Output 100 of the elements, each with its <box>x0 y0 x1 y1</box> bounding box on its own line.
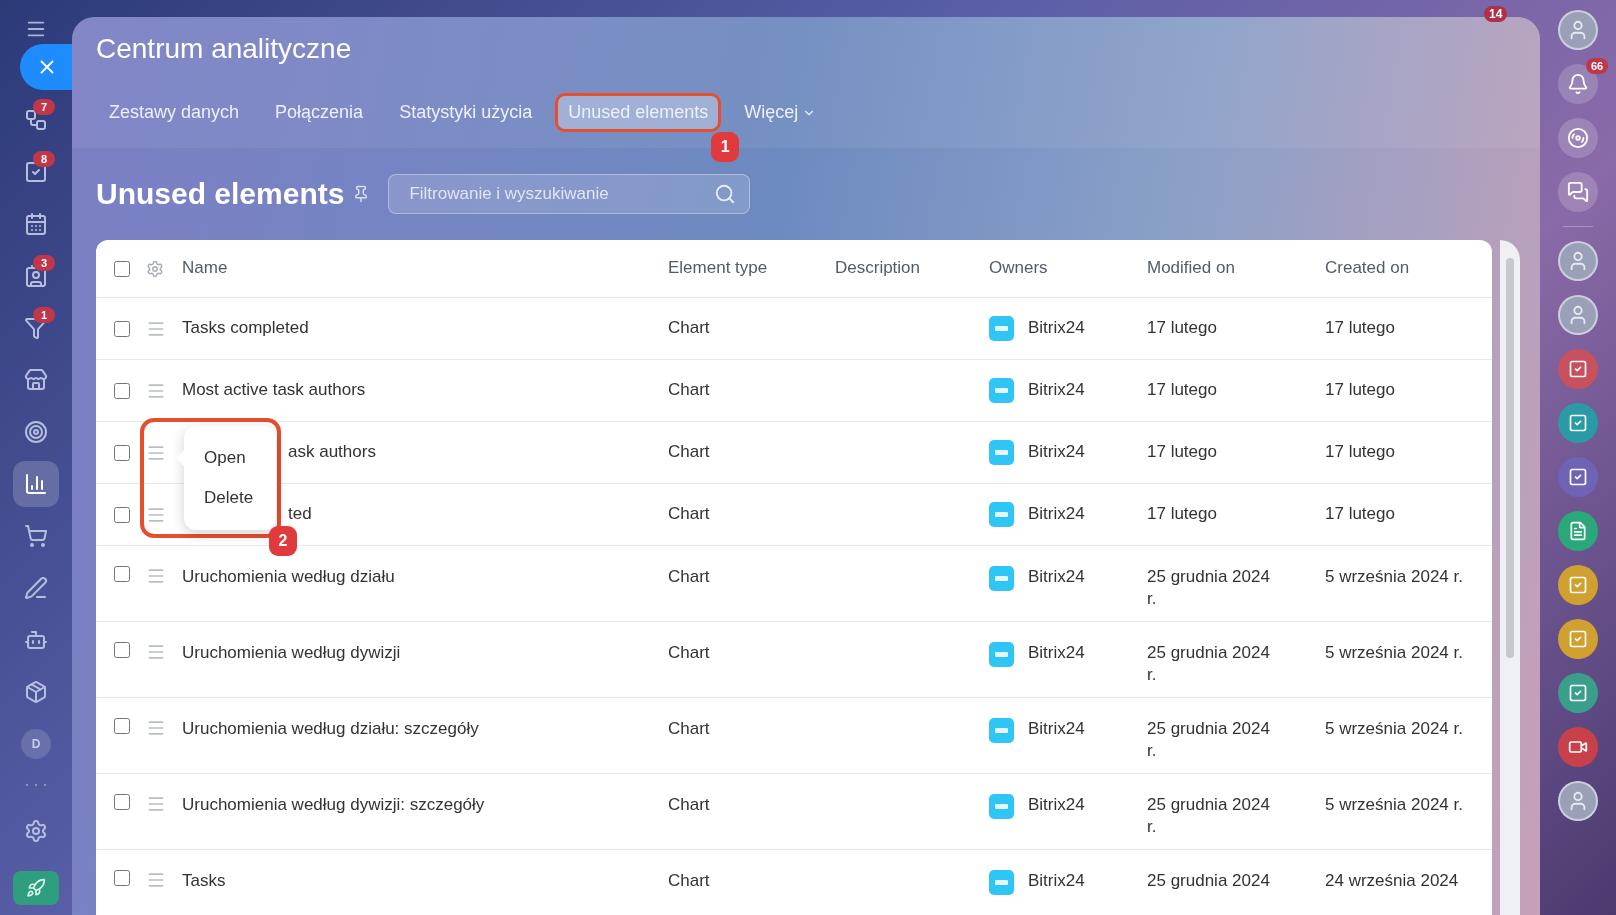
task-button[interactable] <box>1558 619 1598 659</box>
logo-icon <box>989 794 1014 819</box>
rocket-icon <box>26 878 46 898</box>
rocket-button[interactable] <box>13 871 59 905</box>
drag-handle-icon[interactable] <box>146 870 166 890</box>
table-cell: Bitrix24 <box>1028 317 1085 340</box>
drag-handle-icon[interactable] <box>146 718 166 738</box>
column-header[interactable]: Name <box>182 257 228 280</box>
menu-item[interactable]: Delete <box>204 488 276 508</box>
table-cell: Chart <box>668 379 710 402</box>
row-checkbox[interactable] <box>114 382 130 399</box>
bell-icon <box>1567 73 1589 95</box>
avatar[interactable] <box>1558 295 1598 335</box>
table-cell: 17 lutego <box>1325 503 1395 526</box>
page-title: Centrum analityczne <box>96 33 353 65</box>
table-cell-text: Tasks <box>182 870 226 892</box>
task-icon <box>1568 467 1588 487</box>
table-cell: Chart <box>668 503 710 526</box>
robot-icon <box>24 628 48 652</box>
row-checkbox[interactable] <box>114 506 130 523</box>
table-cell: 17 lutego <box>1325 317 1395 340</box>
menu-item[interactable]: Open <box>204 448 276 468</box>
scrollbar[interactable] <box>1500 240 1520 915</box>
task-button[interactable] <box>1558 403 1598 443</box>
avatar[interactable] <box>1558 781 1598 821</box>
row-checkbox[interactable] <box>114 320 130 337</box>
video-button[interactable] <box>1558 727 1598 767</box>
bar-chart-icon <box>24 472 48 496</box>
chat-icon <box>1567 181 1589 203</box>
search-icon[interactable] <box>714 183 737 205</box>
tab[interactable]: Połączenia <box>262 93 377 132</box>
row-checkbox[interactable] <box>114 566 130 582</box>
document-button[interactable] <box>1558 511 1598 551</box>
table-cell: Bitrix24 <box>1028 441 1085 464</box>
table-cell: Tasks completed <box>182 317 309 340</box>
table-cell-text: Chart <box>668 642 710 664</box>
tab[interactable]: Więcej <box>731 93 830 132</box>
count-badge: 1 <box>33 307 55 323</box>
row-checkbox[interactable] <box>114 642 130 658</box>
task-icon <box>1568 629 1588 649</box>
target-icon <box>24 420 48 444</box>
task-button[interactable] <box>1558 673 1598 713</box>
chat-button[interactable] <box>1558 172 1598 212</box>
select-all-checkbox[interactable] <box>114 260 130 277</box>
disc-icon <box>1567 127 1589 149</box>
sidebar-item[interactable] <box>13 461 59 507</box>
task-icon <box>1568 359 1588 379</box>
close-button[interactable] <box>20 44 74 90</box>
row-checkbox[interactable] <box>114 444 130 461</box>
cart-icon <box>24 524 48 548</box>
sidebar-item[interactable]: 7 <box>13 97 59 143</box>
avatar[interactable] <box>1558 10 1598 50</box>
table-cell: ask authors <box>288 441 376 464</box>
table-cell: 17 lutego <box>1147 379 1217 402</box>
column-header[interactable]: Created on <box>1325 257 1410 280</box>
row-checkbox[interactable] <box>114 718 130 734</box>
column-header[interactable]: Owners <box>989 257 1048 280</box>
drag-handle-icon[interactable] <box>146 642 166 662</box>
logo-icon <box>989 378 1014 403</box>
sidebar-item[interactable]: 1 <box>13 305 59 351</box>
sidebar-item[interactable]: 8 <box>13 149 59 195</box>
table-cell-text: Chart <box>668 718 710 740</box>
task-icon <box>1568 575 1588 595</box>
table-cell-text: Bitrix24 <box>1028 642 1085 664</box>
step-number-badge: 2 <box>269 526 297 556</box>
table-cell: Bitrix24 <box>1028 503 1085 526</box>
disc-button[interactable] <box>1558 118 1598 158</box>
document-icon <box>1568 521 1588 541</box>
drag-handle-icon[interactable] <box>146 794 166 814</box>
task-button[interactable] <box>1558 457 1598 497</box>
drag-handle-icon[interactable] <box>146 566 166 586</box>
table-cell-text: Bitrix24 <box>1028 718 1085 740</box>
task-button[interactable] <box>1558 565 1598 605</box>
tab[interactable]: Zestawy danych <box>96 93 253 132</box>
table-cell-text: 5 września 2024 r. <box>1325 718 1463 740</box>
box-icon <box>24 680 48 704</box>
logo-icon <box>989 642 1014 667</box>
avatar[interactable] <box>1558 241 1598 281</box>
table-cell-text: 25 grudnia 2024 r. <box>1147 794 1271 839</box>
tab[interactable]: Statystyki użycia <box>386 93 546 132</box>
table-cell-text: Uruchomienia według dywizji <box>182 642 401 664</box>
column-header[interactable]: Element type <box>668 257 768 280</box>
table-cell-text: 25 grudnia 2024 r. <box>1147 642 1271 687</box>
table-cell: ted <box>288 503 312 526</box>
column-header[interactable]: Description <box>835 257 921 280</box>
sidebar-item[interactable]: D <box>13 721 59 767</box>
sidebar-item[interactable]: 3 <box>13 253 59 299</box>
table-cell-text: Bitrix24 <box>1028 870 1085 892</box>
section-heading: Unused elements <box>96 177 345 211</box>
column-header[interactable]: Modified on <box>1147 257 1235 280</box>
table-cell-text: Uruchomienia według dywizji: szczegóły <box>182 794 485 816</box>
row-checkbox[interactable] <box>114 870 130 886</box>
table-cell-text: Chart <box>668 794 710 816</box>
calendar-icon <box>24 212 48 236</box>
pen-icon <box>24 576 48 600</box>
table-cell-text: 5 września 2024 r. <box>1325 794 1463 816</box>
table-cell: Chart <box>668 317 710 340</box>
row-checkbox[interactable] <box>114 794 130 810</box>
task-button[interactable] <box>1558 349 1598 389</box>
count-badge: 66 <box>1586 58 1608 74</box>
